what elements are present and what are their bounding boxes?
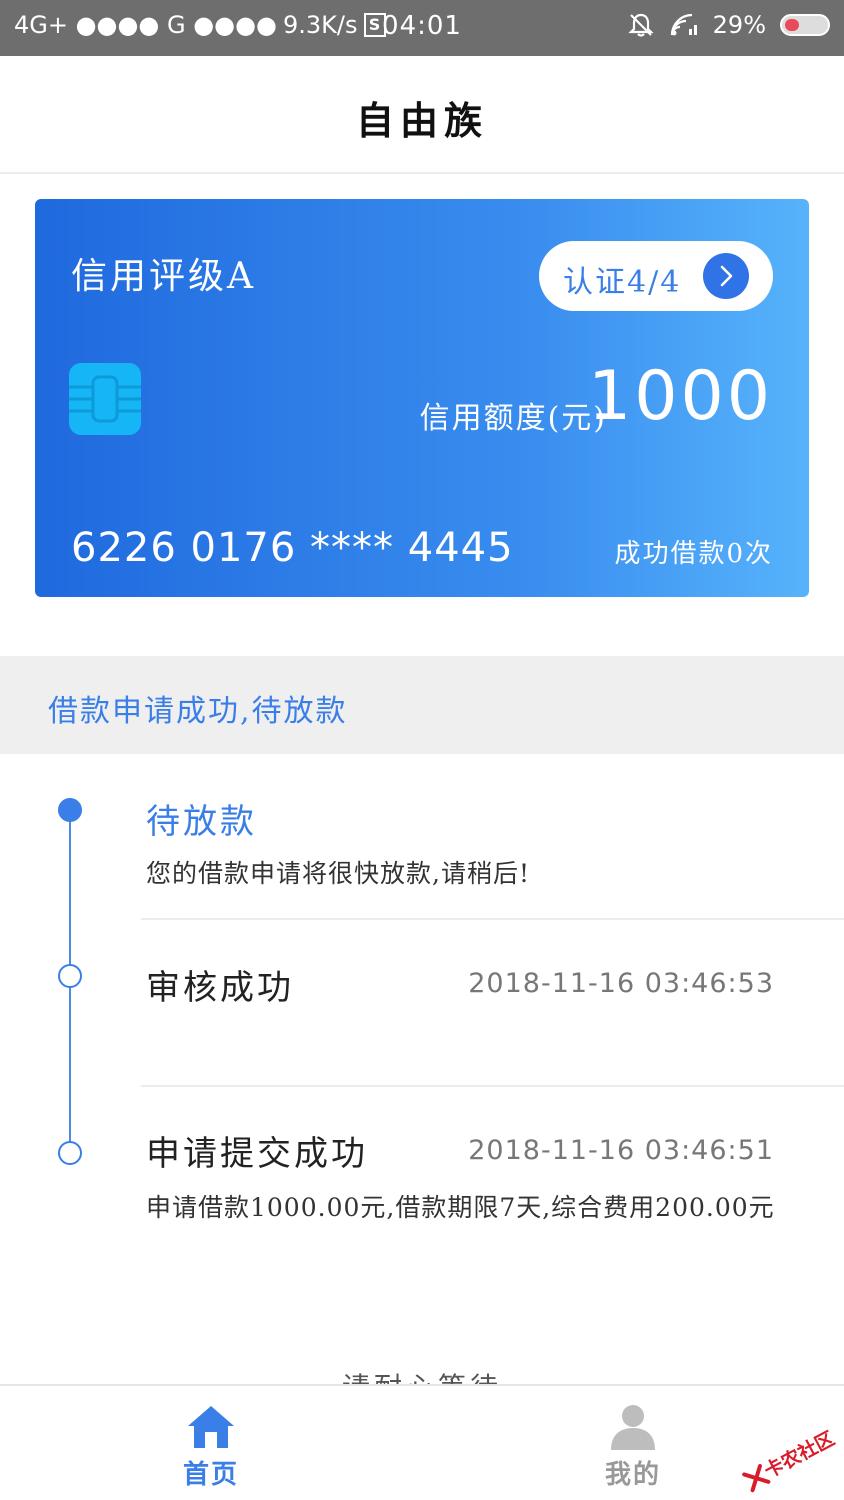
user-icon: [611, 1405, 655, 1450]
credit-rating: 信用评级A: [71, 256, 256, 297]
tab-home-label: 首页: [182, 1460, 239, 1490]
certification-button[interactable]: 认证4/4: [539, 241, 773, 311]
tab-home[interactable]: 首页: [131, 1386, 291, 1500]
timeline-dot: [58, 1141, 82, 1165]
battery-percent: 29%: [712, 11, 766, 39]
status-bar: 4G+ ●●●● G ●●●● 9.3K/s S 04:01 29%: [0, 0, 844, 56]
bottom-tab-bar: 首页 我的: [0, 1384, 844, 1500]
chevron-right-icon: [703, 253, 749, 299]
timeline-title: 审核成功: [146, 968, 294, 1008]
waiting-hint: 请耐心等待: [0, 1366, 844, 1384]
tab-mine[interactable]: 我的: [553, 1386, 713, 1500]
home-icon: [188, 1406, 234, 1448]
wifi-icon: [670, 13, 697, 36]
timeline-title: 待放款: [146, 802, 257, 842]
timeline-time: 2018-11-16 03:46:53: [468, 968, 774, 999]
timeline-desc: 您的借款申请将很快放款,请稍后!: [146, 859, 530, 888]
card-number: 6226 0176 **** 4445: [71, 525, 514, 571]
credit-card: 信用评级A 认证4/4 信用额度(元) 1000 6226 0176 **** …: [35, 199, 809, 597]
credit-limit-value: 1000: [587, 357, 773, 436]
timeline-divider: [141, 1085, 844, 1087]
timeline-desc: 申请借款1000.00元,借款期限7天,综合费用200.00元: [146, 1193, 775, 1222]
status-right: 29%: [627, 11, 830, 39]
banner-text: 借款申请成功,待放款: [48, 694, 348, 729]
certification-label: 认证4/4: [563, 265, 682, 300]
credit-limit-label: 信用额度(元): [419, 401, 607, 436]
timeline-divider: [141, 918, 844, 920]
timeline-dot-current: [58, 798, 82, 822]
loan-count: 成功借款0次: [614, 539, 773, 569]
page-title: 自由族: [355, 98, 488, 143]
battery-icon: [780, 14, 830, 36]
nav-bar: 自由族: [0, 56, 844, 174]
chip-icon: [69, 363, 141, 435]
status-banner: 借款申请成功,待放款: [0, 656, 844, 754]
timeline-title: 申请提交成功: [146, 1134, 368, 1174]
timeline-time: 2018-11-16 03:46:51: [468, 1135, 774, 1166]
timeline-dot: [58, 964, 82, 988]
tab-mine-label: 我的: [604, 1460, 661, 1490]
mute-icon: [628, 13, 654, 37]
